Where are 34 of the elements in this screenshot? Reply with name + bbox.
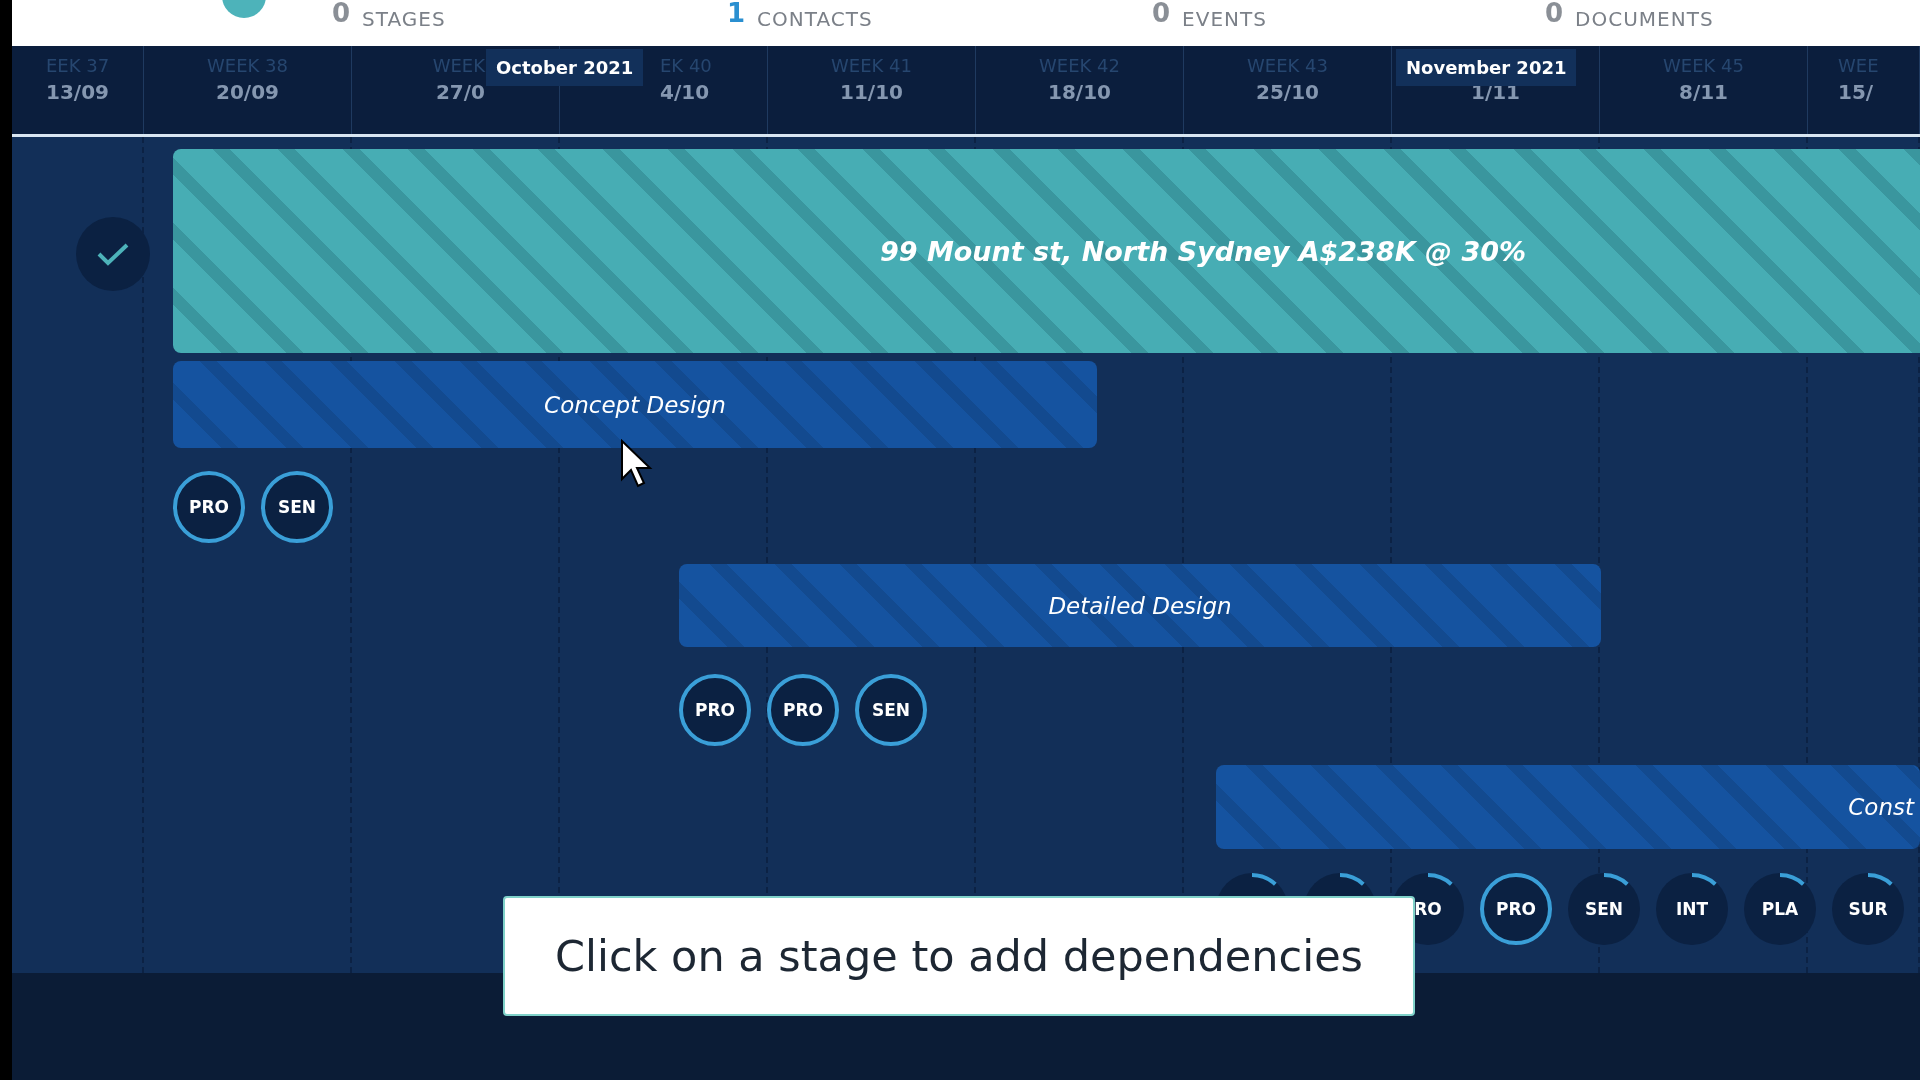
tab-count: 0 — [1152, 0, 1171, 26]
tab-label[interactable]: STAGES — [362, 6, 446, 32]
week-date: 18/10 — [1048, 79, 1111, 106]
week-date: 15/ — [1838, 79, 1874, 106]
cursor-icon — [620, 439, 654, 489]
week-date: 13/09 — [46, 79, 109, 106]
assignee-avatar[interactable]: SEN — [855, 674, 927, 746]
week-date: 25/10 — [1256, 79, 1319, 106]
assignee-avatar[interactable]: SEN — [1568, 873, 1640, 945]
week-date: 4/10 — [660, 79, 710, 106]
tab-count: 0 — [332, 0, 351, 26]
assignee-avatar[interactable]: PRO — [173, 471, 245, 543]
stage-bar[interactable]: Concept Design — [173, 361, 1097, 448]
assignee-avatar[interactable]: INT — [1656, 873, 1728, 945]
stage-bar[interactable]: Detailed Design — [679, 564, 1601, 647]
week-date: 27/0 — [435, 79, 485, 106]
month-label: November 2021 — [1396, 49, 1577, 86]
tab-count: 1 — [727, 0, 746, 26]
assignee-avatar[interactable]: PRO — [767, 674, 839, 746]
assignee-avatar[interactable]: PRO — [1480, 873, 1552, 945]
week-date: 20/09 — [216, 79, 279, 106]
tab-label[interactable]: DOCUMENTS — [1575, 6, 1714, 32]
tab-count: 0 — [1545, 0, 1564, 26]
assignee-avatar[interactable]: PRO — [679, 674, 751, 746]
stage-bar[interactable]: Const — [1216, 765, 1920, 849]
tab-label[interactable]: CONTACTS — [757, 6, 873, 32]
tab-label[interactable]: EVENTS — [1182, 6, 1267, 32]
assignee-avatar[interactable]: SEN — [261, 471, 333, 543]
week-date: 8/11 — [1678, 79, 1729, 106]
week-date: 11/10 — [840, 79, 903, 106]
month-label: October 2021 — [486, 49, 644, 86]
assignee-avatar[interactable]: PLA — [1744, 873, 1816, 945]
assignee-avatar[interactable]: SUR — [1832, 873, 1904, 945]
hint-tooltip: Click on a stage to add dependencies — [503, 896, 1415, 1016]
